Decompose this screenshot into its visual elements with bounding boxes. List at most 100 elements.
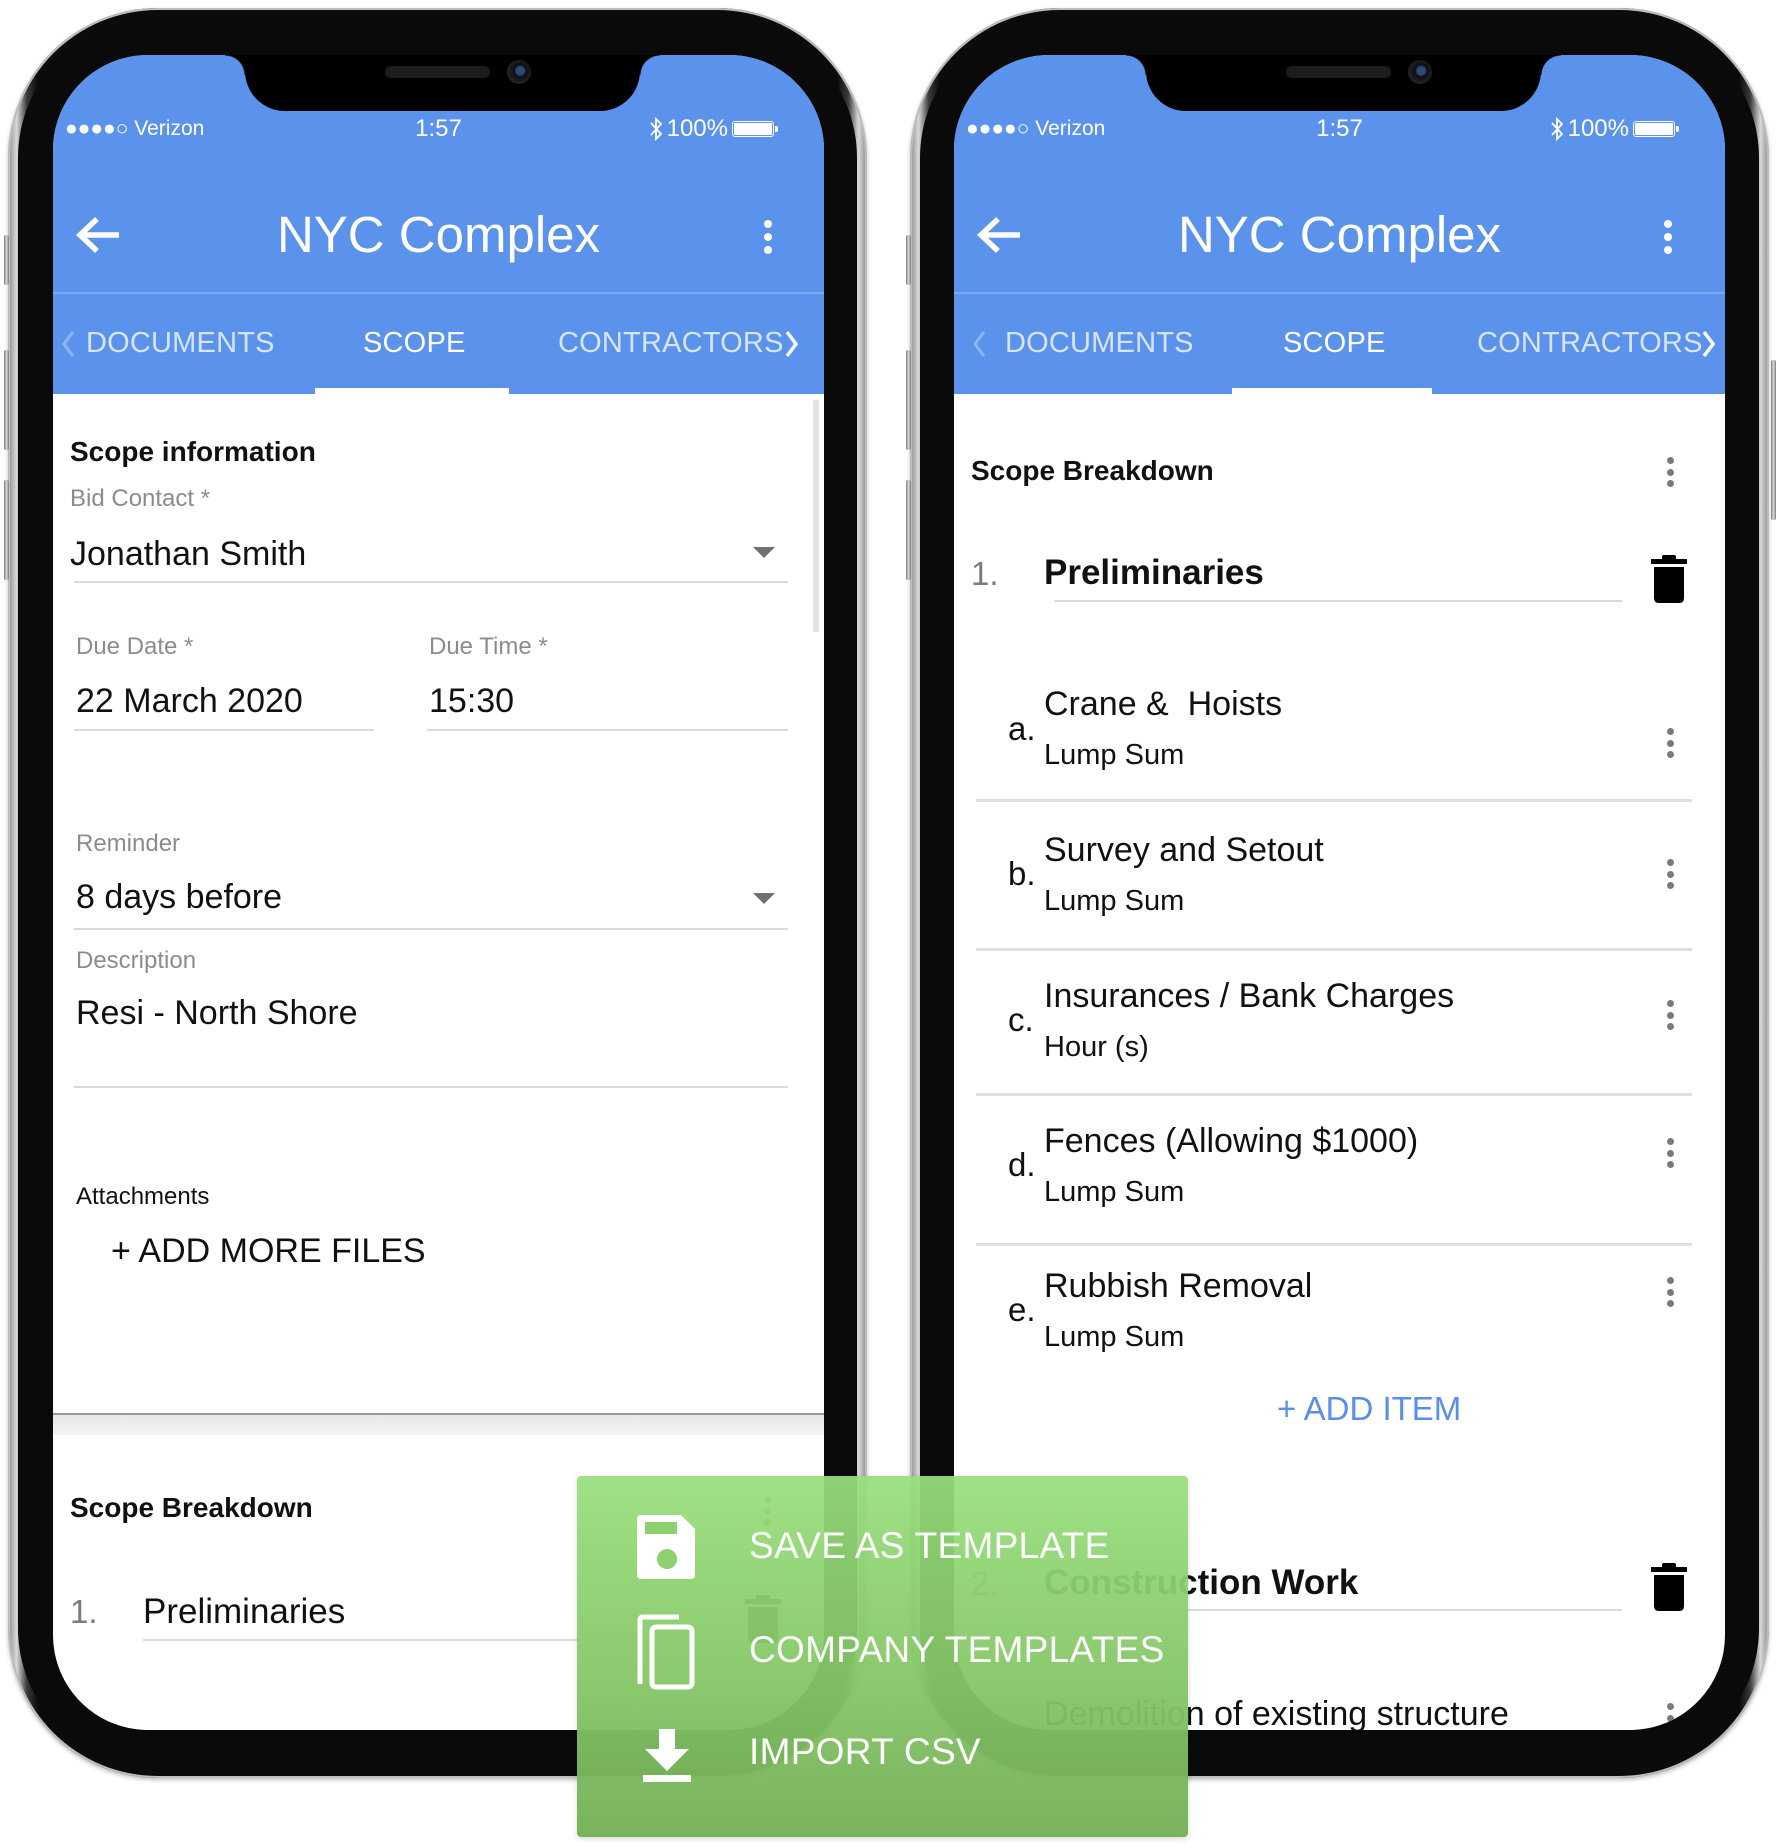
- scrollbar[interactable]: [813, 400, 819, 632]
- tab-scope[interactable]: SCOPE: [363, 323, 466, 363]
- battery-percent: 100%: [666, 115, 728, 142]
- description-input[interactable]: Resi - North Shore: [76, 994, 358, 1033]
- volume-down-button: [4, 480, 9, 580]
- tab-documents[interactable]: DOCUMENTS: [86, 323, 275, 363]
- download-icon: [643, 1729, 691, 1782]
- dropdown-arrow-icon[interactable]: [753, 547, 775, 558]
- menu-item-label: SAVE AS TEMPLATE: [749, 1525, 1110, 1566]
- bid-contact-select[interactable]: Jonathan Smith: [70, 535, 306, 574]
- item-title[interactable]: Rubbish Removal: [1044, 1267, 1312, 1306]
- item-title[interactable]: Survey and Setout: [1044, 831, 1324, 870]
- active-tab-indicator: [315, 388, 509, 394]
- scope-breakdown-heading: Scope Breakdown: [971, 455, 1214, 486]
- add-item-button[interactable]: + ADD ITEM: [1277, 1390, 1461, 1428]
- item-title[interactable]: Crane & Hoists: [1044, 685, 1282, 724]
- tab-contractors[interactable]: CONTRACTORS: [558, 323, 784, 363]
- group-number: 1.: [971, 555, 999, 592]
- item-letter: c.: [1008, 1001, 1034, 1038]
- more-vert-icon[interactable]: [1667, 1138, 1674, 1168]
- dropdown-arrow-icon[interactable]: [753, 893, 775, 904]
- item-divider: [976, 948, 1692, 951]
- item-letter: a.: [1008, 710, 1036, 747]
- reminder-select[interactable]: 8 days before: [76, 878, 282, 917]
- more-vert-icon[interactable]: [1667, 1703, 1674, 1730]
- bluetooth-icon: [649, 116, 662, 142]
- section-separator: [53, 1415, 824, 1435]
- description-label: Description: [76, 947, 197, 974]
- group-title-input[interactable]: Preliminaries: [143, 1592, 345, 1632]
- group-title-input[interactable]: Preliminaries: [1044, 553, 1264, 593]
- attachments-label: Attachments: [76, 1183, 210, 1210]
- front-camera: [1408, 60, 1432, 84]
- due-date-underline: [74, 729, 374, 731]
- menu-item-import-csv[interactable]: IMPORT CSV: [577, 1716, 1188, 1816]
- description-underline: [74, 1086, 788, 1088]
- page-title: NYC Complex: [1177, 206, 1502, 263]
- battery-icon: [1633, 121, 1679, 137]
- group-number: 1.: [70, 1593, 98, 1630]
- bluetooth-icon: [1550, 116, 1563, 142]
- active-tab-indicator: [1232, 388, 1432, 394]
- chevron-left-icon[interactable]: [61, 329, 75, 359]
- menu-item-label: COMPANY TEMPLATES: [749, 1629, 1165, 1670]
- due-date-input[interactable]: 22 March 2020: [76, 682, 303, 721]
- more-vert-icon[interactable]: [1664, 220, 1672, 254]
- scope-breakdown-heading: Scope Breakdown: [70, 1492, 313, 1523]
- group-title-underline: [1054, 600, 1622, 602]
- volume-up-button: [906, 350, 911, 450]
- reminder-underline: [74, 928, 788, 930]
- page-title: NYC Complex: [276, 206, 601, 263]
- silent-switch: [906, 235, 911, 285]
- menu-item-save-as-template[interactable]: SAVE AS TEMPLATE: [577, 1498, 1188, 1598]
- status-right: 100%: [649, 115, 778, 142]
- item-letter: b.: [1008, 855, 1036, 892]
- more-vert-icon[interactable]: [1667, 1277, 1674, 1307]
- appbar-divider: [954, 292, 1725, 294]
- menu-item-company-templates[interactable]: COMPANY TEMPLATES: [577, 1609, 1188, 1709]
- item-divider: [976, 1243, 1692, 1246]
- due-time-label: Due Time *: [429, 633, 548, 660]
- due-time-underline: [427, 729, 788, 731]
- tab-scope[interactable]: SCOPE: [1283, 323, 1386, 363]
- front-camera: [507, 60, 531, 84]
- item-title[interactable]: Fences (Allowing $1000): [1044, 1122, 1418, 1161]
- app-bar: ●●●●○ Verizon 1:57 100% NYC Complex DOCU…: [53, 55, 824, 394]
- item-divider: [976, 1093, 1692, 1096]
- due-time-input[interactable]: 15:30: [429, 682, 514, 721]
- more-vert-icon[interactable]: [1667, 728, 1674, 758]
- more-vert-icon[interactable]: [1667, 1000, 1674, 1030]
- scope-info-heading: Scope information: [70, 436, 316, 467]
- item-title[interactable]: Insurances / Bank Charges: [1044, 977, 1454, 1016]
- menu-item-label: IMPORT CSV: [749, 1731, 981, 1772]
- chevron-left-icon[interactable]: [972, 329, 986, 359]
- notch: [1126, 55, 1561, 111]
- item-letter: d.: [1008, 1146, 1036, 1183]
- notch: [225, 55, 660, 111]
- delete-trash-icon[interactable]: [1651, 555, 1687, 603]
- speaker-grille: [385, 66, 490, 78]
- save-icon: [637, 1515, 695, 1579]
- more-vert-icon[interactable]: [1667, 859, 1674, 889]
- more-vert-icon[interactable]: [764, 220, 772, 254]
- appbar-divider: [53, 292, 824, 294]
- item-divider: [976, 799, 1692, 802]
- silent-switch: [4, 235, 9, 285]
- tab-contractors[interactable]: CONTRACTORS: [1477, 323, 1703, 363]
- due-date-label: Due Date *: [76, 633, 194, 660]
- more-vert-icon[interactable]: [1667, 457, 1674, 487]
- status-right: 100%: [1550, 116, 1679, 142]
- app-bar: ●●●●○ Verizon 1:57 100% NYC Complex DOCU…: [954, 55, 1725, 394]
- item-unit: Lump Sum: [1044, 1321, 1185, 1353]
- template-actions-menu: SAVE AS TEMPLATE COMPANY TEMPLATES IMPOR…: [577, 1476, 1188, 1837]
- add-more-files-button[interactable]: + ADD MORE FILES: [111, 1232, 426, 1271]
- tab-documents[interactable]: DOCUMENTS: [1005, 323, 1194, 363]
- power-button: [1771, 360, 1776, 520]
- bid-contact-underline: [74, 581, 788, 583]
- item-unit: Lump Sum: [1044, 885, 1185, 917]
- delete-trash-icon[interactable]: [1651, 1563, 1687, 1611]
- item-unit: Lump Sum: [1044, 1176, 1185, 1208]
- chevron-right-icon[interactable]: [1701, 329, 1717, 359]
- chevron-right-icon[interactable]: [784, 329, 800, 359]
- battery-icon: [732, 121, 778, 137]
- volume-up-button: [4, 350, 9, 450]
